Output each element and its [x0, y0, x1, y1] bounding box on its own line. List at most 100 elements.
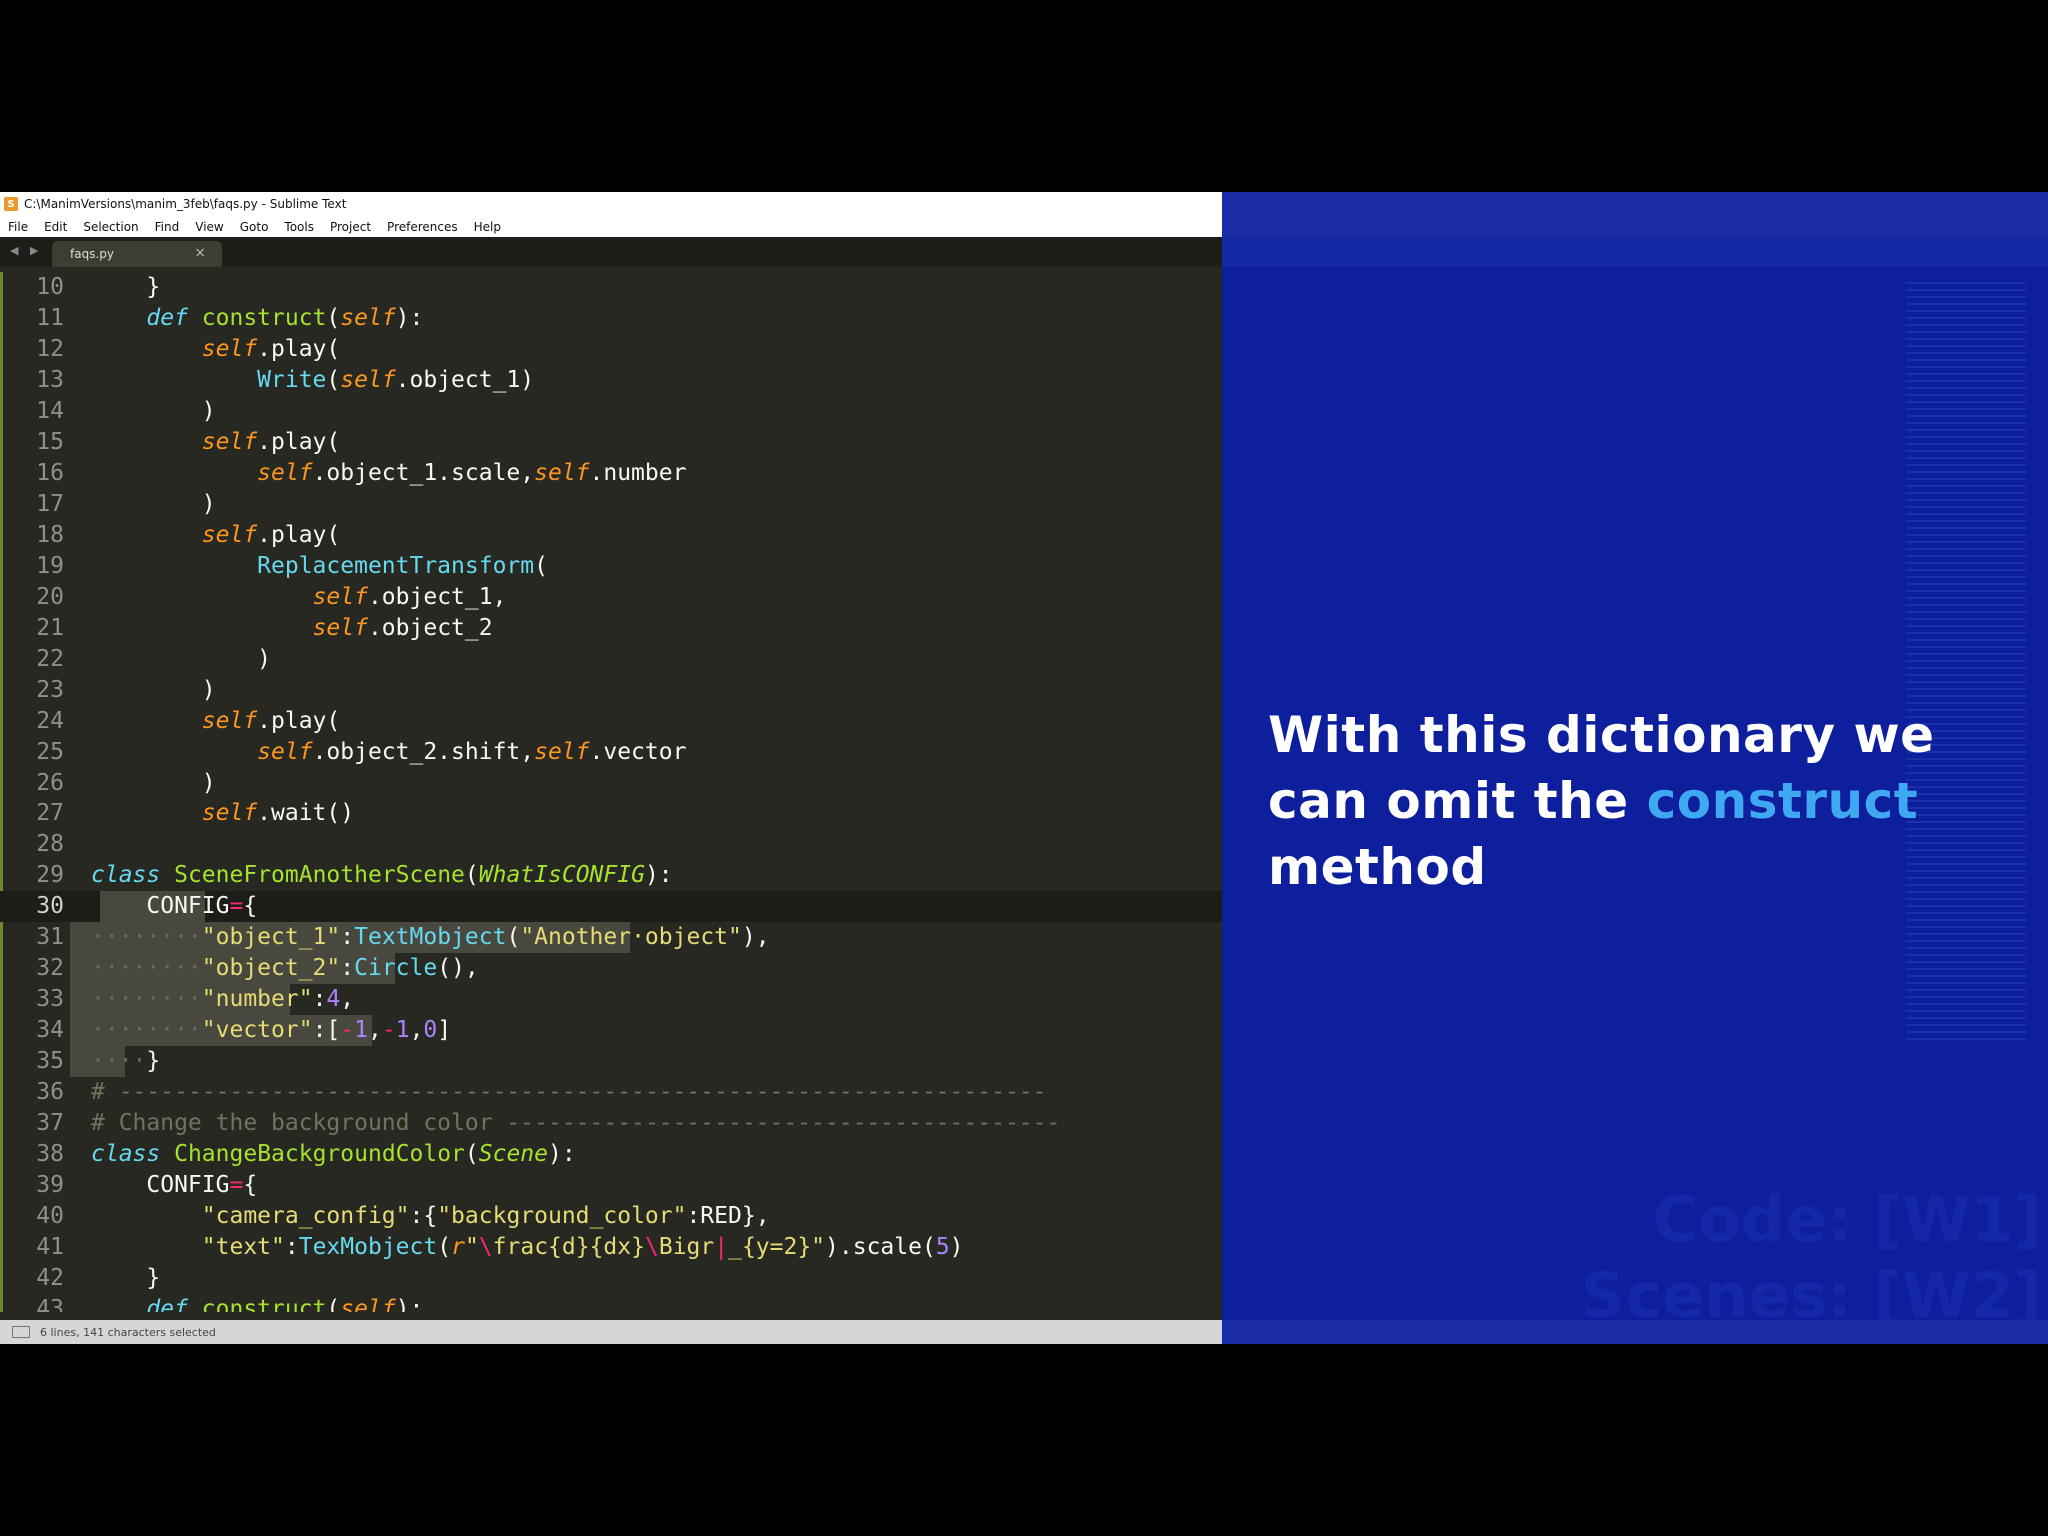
- code-line[interactable]: 33 ········"number":4,: [0, 984, 1222, 1016]
- code-text: "camera_config":{"background_color":RED}…: [201, 1203, 770, 1230]
- line-number: 31: [36, 924, 64, 951]
- menu-item-selection[interactable]: Selection: [75, 220, 146, 234]
- caption-part2: method: [1268, 838, 1487, 896]
- sublime-text-icon: S: [4, 197, 18, 211]
- code-text: self.object_2: [312, 614, 493, 641]
- code-line[interactable]: 29 class SceneFromAnotherScene(WhatIsCONF…: [0, 860, 1222, 891]
- code-text: ): [91, 645, 272, 672]
- code-line[interactable]: 39 CONFIG={: [0, 1170, 1222, 1201]
- code-line[interactable]: 15 self.play(: [0, 427, 1222, 458]
- code-text: "text":TexMobject(r"\frac{d}{dx}\Bigr|_{…: [201, 1234, 964, 1261]
- code-line[interactable]: 36 # ------------------------------------…: [0, 1077, 1222, 1108]
- line-number: 18: [36, 521, 64, 548]
- code-line[interactable]: 22 ): [0, 644, 1222, 675]
- menu-item-file[interactable]: File: [0, 220, 36, 234]
- code-line[interactable]: 10 }: [0, 272, 1222, 303]
- line-number: 35: [36, 1048, 64, 1075]
- tab-close-icon[interactable]: ×: [194, 245, 206, 261]
- line-number: 14: [36, 397, 64, 424]
- code-line[interactable]: 43 def construct(self):: [0, 1294, 1222, 1312]
- line-number: 42: [36, 1265, 64, 1291]
- code-line[interactable]: 42 }: [0, 1263, 1222, 1294]
- code-text: ········"number":4,: [91, 986, 355, 1013]
- code-line[interactable]: 17 ): [0, 489, 1222, 520]
- menu-item-view[interactable]: View: [187, 220, 231, 234]
- line-number: 32: [36, 955, 64, 982]
- code-line[interactable]: 28: [0, 829, 1222, 860]
- status-bar: 6 lines, 141 characters selected: [0, 1320, 1222, 1344]
- code-line[interactable]: 26 ): [0, 768, 1222, 799]
- code-line[interactable]: 38 class ChangeBackgroundColor(Scene):: [0, 1139, 1222, 1170]
- line-number: 38: [36, 1141, 64, 1168]
- code-text: CONFIG={: [91, 893, 258, 920]
- code-text: self.object_2.shift,self.vector: [257, 738, 687, 765]
- code-text: self.wait(): [201, 800, 355, 827]
- code-line[interactable]: 27 self.wait(): [0, 798, 1222, 829]
- line-number: 27: [36, 800, 64, 827]
- slide-overlay: With this dictionary we can omit the con…: [1222, 192, 2048, 1344]
- code-line[interactable]: 24 self.play(: [0, 706, 1222, 737]
- code-line[interactable]: 11 def construct(self):: [0, 303, 1222, 334]
- menu-item-goto[interactable]: Goto: [232, 220, 277, 234]
- status-text: 6 lines, 141 characters selected: [40, 1325, 216, 1339]
- video-frame: S C:\ManimVersions\manim_3feb\faqs.py - …: [0, 192, 2048, 1344]
- line-number: 26: [36, 769, 64, 796]
- code-line[interactable]: 20 self.object_1,: [0, 582, 1222, 613]
- minimap-ghost: [1906, 282, 2026, 1042]
- menu-item-preferences[interactable]: Preferences: [379, 220, 466, 234]
- line-number: 37: [36, 1110, 64, 1137]
- menu-item-edit[interactable]: Edit: [36, 220, 75, 234]
- line-number: 29: [36, 862, 64, 889]
- code-text: ········"object_1":TextMobject("Another·…: [91, 924, 770, 951]
- line-number: 10: [36, 274, 64, 300]
- code-line[interactable]: 23 ): [0, 675, 1222, 706]
- code-text: }: [91, 274, 161, 300]
- code-line[interactable]: 31 ········"object_1":TextMobject("Anothe…: [0, 922, 1222, 954]
- overlay-status-strip: [1222, 1320, 2048, 1344]
- line-number: 36: [36, 1079, 64, 1106]
- code-text: self.play(: [201, 428, 341, 455]
- code-line[interactable]: 14 ): [0, 396, 1222, 427]
- line-number: 21: [36, 614, 64, 641]
- menu-item-tools[interactable]: Tools: [276, 220, 322, 234]
- ghost-line-1: Code: [W1]: [1652, 1183, 2042, 1256]
- tab-label: faqs.py: [70, 247, 114, 261]
- code-line[interactable]: 12 self.play(: [0, 334, 1222, 365]
- tab-faqs-py[interactable]: faqs.py ×: [52, 241, 222, 267]
- tab-nav-arrows-icon[interactable]: ◀ ▶: [10, 244, 42, 257]
- code-text: }: [91, 1265, 161, 1291]
- menu-item-help[interactable]: Help: [466, 220, 509, 234]
- code-text: self.object_1,: [312, 583, 507, 610]
- code-line[interactable]: 30 CONFIG={: [0, 891, 1222, 923]
- code-line[interactable]: 35 ····}: [0, 1046, 1222, 1078]
- code-line[interactable]: 41 "text":TexMobject(r"\frac{d}{dx}\Bigr…: [0, 1232, 1222, 1263]
- line-number: 17: [36, 490, 64, 517]
- code-text: ········"object_2":Circle(),: [91, 955, 479, 982]
- panel-toggle-icon[interactable]: [12, 1326, 30, 1338]
- code-text: # --------------------------------------…: [91, 1079, 1047, 1106]
- code-text: ····}: [91, 1048, 161, 1075]
- code-editor[interactable]: 10 } 11 def construct(self): 12 self.play(…: [0, 272, 1222, 1312]
- line-number: 15: [36, 428, 64, 455]
- code-line[interactable]: 34 ········"vector":[-1,-1,0]: [0, 1015, 1222, 1047]
- menu-item-project[interactable]: Project: [322, 220, 379, 234]
- line-number: 25: [36, 738, 64, 765]
- code-line[interactable]: 16 self.object_1.scale,self.number: [0, 458, 1222, 489]
- code-line[interactable]: 19 ReplacementTransform(: [0, 551, 1222, 582]
- code-line[interactable]: 18 self.play(: [0, 520, 1222, 551]
- tab-bar: ◀ ▶ faqs.py ×: [0, 237, 1222, 267]
- code-line[interactable]: 21 self.object_2: [0, 613, 1222, 644]
- code-line[interactable]: 13 Write(self.object_1): [0, 365, 1222, 396]
- code-text: def construct(self):: [146, 1295, 424, 1312]
- code-line[interactable]: 40 "camera_config":{"background_color":R…: [0, 1201, 1222, 1232]
- line-number: 28: [36, 831, 64, 858]
- code-line[interactable]: 32 ········"object_2":Circle(),: [0, 953, 1222, 985]
- line-number: 39: [36, 1172, 64, 1199]
- code-line[interactable]: 37 # Change the background color --------…: [0, 1108, 1222, 1139]
- menu-item-find[interactable]: Find: [147, 220, 188, 234]
- code-line[interactable]: 25 self.object_2.shift,self.vector: [0, 737, 1222, 768]
- line-number: 34: [36, 1017, 64, 1044]
- menu-bar: File Edit Selection Find View Goto Tools Projec…: [0, 216, 1222, 237]
- line-number: 13: [36, 366, 64, 393]
- slide-caption: With this dictionary we can omit the con…: [1268, 702, 2048, 900]
